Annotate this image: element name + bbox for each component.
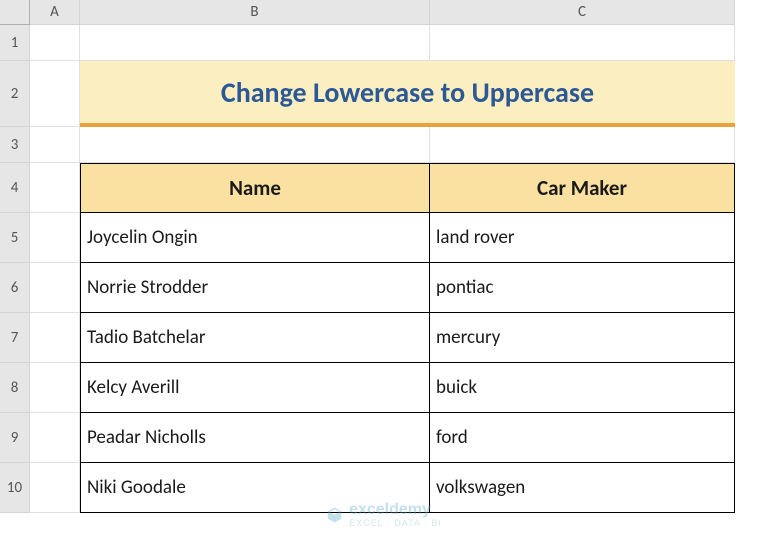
row-head-9[interactable]: 9 — [0, 413, 30, 463]
col-head-c[interactable]: C — [430, 0, 735, 25]
cell-text: buick — [436, 376, 477, 399]
watermark-sub: EXCEL · DATA · BI — [349, 519, 442, 528]
cell-a3[interactable] — [30, 127, 80, 163]
cell-a6[interactable] — [30, 263, 80, 313]
cell-b3[interactable] — [80, 127, 430, 163]
row-head-8[interactable]: 8 — [0, 363, 30, 413]
cell-a7[interactable] — [30, 313, 80, 363]
row-head-2[interactable]: 2 — [0, 61, 30, 127]
row-head-6[interactable]: 6 — [0, 263, 30, 313]
select-all-corner[interactable] — [0, 0, 30, 25]
spreadsheet-grid[interactable]: A B C 1 2 Change Lowercase to Uppercase … — [0, 0, 767, 513]
cell-text: Peadar Nicholls — [87, 426, 206, 449]
cell-text: mercury — [436, 326, 500, 349]
cell-a4[interactable] — [30, 163, 80, 213]
row-head-3[interactable]: 3 — [0, 127, 30, 163]
cell-text: Tadio Batchelar — [87, 326, 205, 349]
cell-text: pontiac — [436, 276, 494, 299]
cell-name-1[interactable]: Norrie Strodder — [80, 263, 430, 313]
cell-c3[interactable] — [430, 127, 735, 163]
cell-text: volkswagen — [436, 476, 525, 499]
cell-text: Niki Goodale — [87, 476, 186, 499]
cell-text: Norrie Strodder — [87, 276, 208, 299]
cell-car-3[interactable]: buick — [430, 363, 735, 413]
cell-name-4[interactable]: Peadar Nicholls — [80, 413, 430, 463]
row-head-7[interactable]: 7 — [0, 313, 30, 363]
cell-a5[interactable] — [30, 213, 80, 263]
cell-a8[interactable] — [30, 363, 80, 413]
row-head-5[interactable]: 5 — [0, 213, 30, 263]
cell-text: ford — [436, 426, 468, 449]
cell-a1[interactable] — [30, 25, 80, 61]
header-car-label: Car Maker — [537, 175, 627, 201]
row-head-4[interactable]: 4 — [0, 163, 30, 213]
table-header-name[interactable]: Name — [80, 163, 430, 213]
cell-text: land rover — [436, 226, 514, 249]
cell-name-0[interactable]: Joycelin Ongin — [80, 213, 430, 263]
cell-b1[interactable] — [80, 25, 430, 61]
cell-car-5[interactable]: volkswagen — [430, 463, 735, 513]
cell-name-5[interactable]: Niki Goodale — [80, 463, 430, 513]
row-head-10[interactable]: 10 — [0, 463, 30, 513]
col-head-b[interactable]: B — [80, 0, 430, 25]
cell-text: Kelcy Averill — [87, 376, 179, 399]
cell-c1[interactable] — [430, 25, 735, 61]
cell-a9[interactable] — [30, 413, 80, 463]
cell-car-4[interactable]: ford — [430, 413, 735, 463]
cell-name-2[interactable]: Tadio Batchelar — [80, 313, 430, 363]
title-text: Change Lowercase to Uppercase — [221, 75, 594, 110]
col-head-a[interactable]: A — [30, 0, 80, 25]
title-banner[interactable]: Change Lowercase to Uppercase — [80, 61, 735, 127]
cell-car-2[interactable]: mercury — [430, 313, 735, 363]
cell-name-3[interactable]: Kelcy Averill — [80, 363, 430, 413]
cell-text: Joycelin Ongin — [87, 226, 198, 249]
cell-a2[interactable] — [30, 61, 80, 127]
cell-a10[interactable] — [30, 463, 80, 513]
cell-car-0[interactable]: land rover — [430, 213, 735, 263]
row-head-1[interactable]: 1 — [0, 25, 30, 61]
table-header-car[interactable]: Car Maker — [430, 163, 735, 213]
header-name-label: Name — [229, 175, 281, 201]
cell-car-1[interactable]: pontiac — [430, 263, 735, 313]
